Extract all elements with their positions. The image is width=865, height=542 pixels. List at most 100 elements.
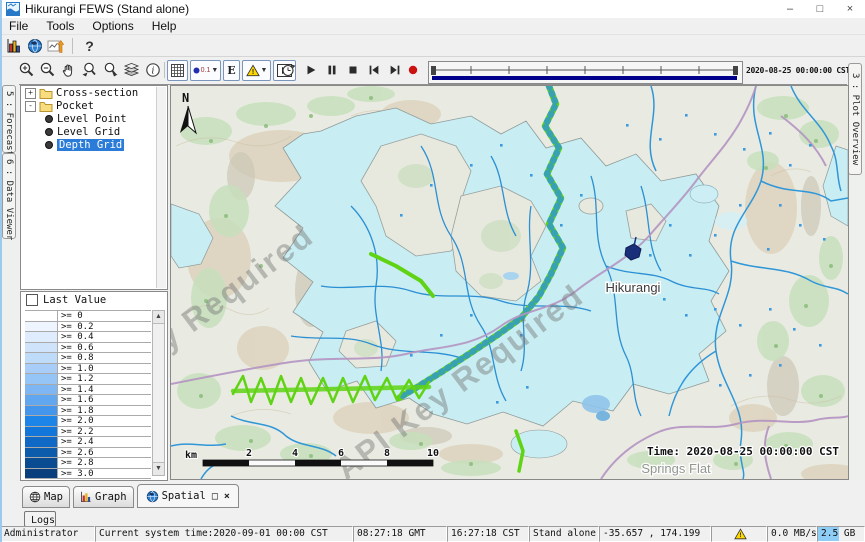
pan-button[interactable] xyxy=(58,60,79,79)
tree-item-label-selected: Depth Grid xyxy=(57,139,124,151)
scale-tick: 10 xyxy=(427,448,439,459)
timeline-date: 2020-08-25 00:00:00 CST xyxy=(746,66,850,75)
play-icon xyxy=(304,63,318,77)
bar-chart-icon xyxy=(6,38,22,54)
tree-item-pocket[interactable]: - Pocket xyxy=(21,100,167,112)
folder-icon xyxy=(39,87,53,99)
legend-swatch xyxy=(25,427,58,437)
map-view[interactable]: API Key Required API Key Required Hikura… xyxy=(170,85,849,480)
scroll-up-icon[interactable]: ▲ xyxy=(153,311,164,324)
globe-icon xyxy=(29,491,41,503)
zoom-previous-button[interactable] xyxy=(79,60,100,79)
explorer-tree: + Cross-section - Pocket Level Point Lev… xyxy=(20,85,168,290)
close-panel-icon[interactable]: × xyxy=(224,491,230,502)
island-lake xyxy=(503,272,519,280)
run-options-button[interactable] xyxy=(278,60,299,79)
zoom-out-button[interactable] xyxy=(37,60,58,79)
step-first-button[interactable] xyxy=(363,60,384,79)
window-edge xyxy=(0,0,2,542)
tab-spatial-label: Spatial xyxy=(162,490,206,502)
svg-text:i: i xyxy=(151,66,154,76)
status-transfer-rate: 0.0 MB/s xyxy=(767,526,817,542)
collapse-icon[interactable]: - xyxy=(25,101,36,112)
help-button[interactable]: ? xyxy=(79,36,100,55)
tab-graph[interactable]: Graph xyxy=(73,486,134,508)
legend-swatch xyxy=(25,353,58,363)
legend-toggle-button[interactable]: E xyxy=(223,60,240,81)
tree-item-label: Level Point xyxy=(57,113,127,125)
record-button[interactable] xyxy=(402,60,423,79)
grid-display-button[interactable] xyxy=(167,60,188,81)
tab-spatial[interactable]: Spatial □ × xyxy=(137,484,239,508)
grid-icon xyxy=(171,64,184,77)
window-title: Hikurangi FEWS (Stand alone) xyxy=(25,2,189,16)
expand-icon[interactable]: + xyxy=(25,88,36,99)
legend-panel: Last Value >= 0 >= 0.2 >= 0.4 >= 0.6 >= … xyxy=(20,291,168,481)
database-chart-button[interactable] xyxy=(3,36,24,55)
legend-row: >= 0.8 xyxy=(25,353,151,364)
area-label: Springs Flat xyxy=(641,461,711,476)
legend-row: >= 2.8 xyxy=(25,458,151,469)
warning-triangle-icon: ! xyxy=(734,528,747,540)
zoom-next-button[interactable] xyxy=(100,60,121,79)
info-button[interactable]: i xyxy=(142,60,163,79)
contour-value-label: 0.1 xyxy=(201,67,211,74)
tree-item-label: Level Grid xyxy=(57,126,120,138)
legend-swatch xyxy=(25,332,58,342)
play-button[interactable] xyxy=(300,60,321,79)
scale-tick: 6 xyxy=(338,448,344,459)
north-label: N xyxy=(182,91,189,105)
svg-text:!: ! xyxy=(251,69,253,76)
timeseries-button[interactable] xyxy=(45,36,66,55)
thresholds-dropdown[interactable]: !▼ xyxy=(242,60,271,81)
stop-button[interactable] xyxy=(342,60,363,79)
timeline-ticks xyxy=(429,62,740,81)
minimize-button[interactable]: – xyxy=(775,0,805,18)
tree-item-cross-section[interactable]: + Cross-section xyxy=(21,87,167,99)
status-warning[interactable]: ! xyxy=(711,526,767,542)
chevron-down-icon: ▼ xyxy=(261,67,268,74)
maximize-button[interactable]: □ xyxy=(805,0,835,18)
warning-triangle-icon: ! xyxy=(246,64,260,77)
legend-swatch xyxy=(25,469,58,479)
tab-map[interactable]: Map xyxy=(22,486,70,508)
scroll-down-icon[interactable]: ▼ xyxy=(153,462,164,475)
clock-run-icon xyxy=(281,62,297,78)
tab-plot-overview[interactable]: 3 : Plot Overview xyxy=(848,63,862,175)
left-dock-strip: 5 : Forecast 6 : Data Viewer xyxy=(0,84,19,481)
tree-scrollbar[interactable] xyxy=(156,87,166,288)
close-button[interactable]: × xyxy=(835,0,865,18)
restore-panel-icon[interactable]: □ xyxy=(212,491,218,502)
menu-tools[interactable]: Tools xyxy=(37,18,83,34)
menu-help[interactable]: Help xyxy=(143,18,186,34)
layers-button[interactable] xyxy=(121,60,142,79)
legend-list: >= 0 >= 0.2 >= 0.4 >= 0.6 >= 0.8 >= 1.0 … xyxy=(25,310,151,479)
pause-button[interactable] xyxy=(321,60,342,79)
tree-item-depth-grid[interactable]: Depth Grid xyxy=(21,139,167,151)
legend-swatch xyxy=(25,374,58,384)
menu-options[interactable]: Options xyxy=(83,18,142,34)
map-display-button[interactable] xyxy=(24,36,45,55)
contour-value-dropdown[interactable]: 0.1▼ xyxy=(190,60,221,81)
skip-end-icon xyxy=(388,63,402,77)
legend-scrollbar[interactable]: ▲ ▼ xyxy=(152,310,165,476)
status-bar: Administrator Current system time:2020-0… xyxy=(0,526,865,542)
tab-forecast[interactable]: 5 : Forecast xyxy=(2,85,16,153)
tab-graph-label: Graph xyxy=(95,491,127,503)
logs-button[interactable]: Logs xyxy=(24,511,56,527)
main-toolbar: ? xyxy=(0,35,865,57)
tree-item-level-grid[interactable]: Level Grid xyxy=(21,126,167,138)
town-label: Hikurangi xyxy=(606,280,661,295)
tree-item-label: Cross-section xyxy=(56,87,138,99)
menu-file[interactable]: File xyxy=(0,18,37,34)
tree-item-level-point[interactable]: Level Point xyxy=(21,113,167,125)
status-local-time: 16:27:18 CST xyxy=(447,526,529,542)
map-canvas: API Key Required API Key Required Hikura… xyxy=(171,86,848,479)
last-value-checkbox[interactable] xyxy=(26,294,38,306)
zoom-in-button[interactable] xyxy=(16,60,37,79)
status-gmt-time: 08:27:18 GMT xyxy=(353,526,447,542)
timeline-slider[interactable] xyxy=(428,61,743,84)
legend-row: >= 1.8 xyxy=(25,406,151,417)
globe-icon xyxy=(27,38,43,54)
tab-data-viewer[interactable]: 6 : Data Viewer xyxy=(2,153,16,239)
